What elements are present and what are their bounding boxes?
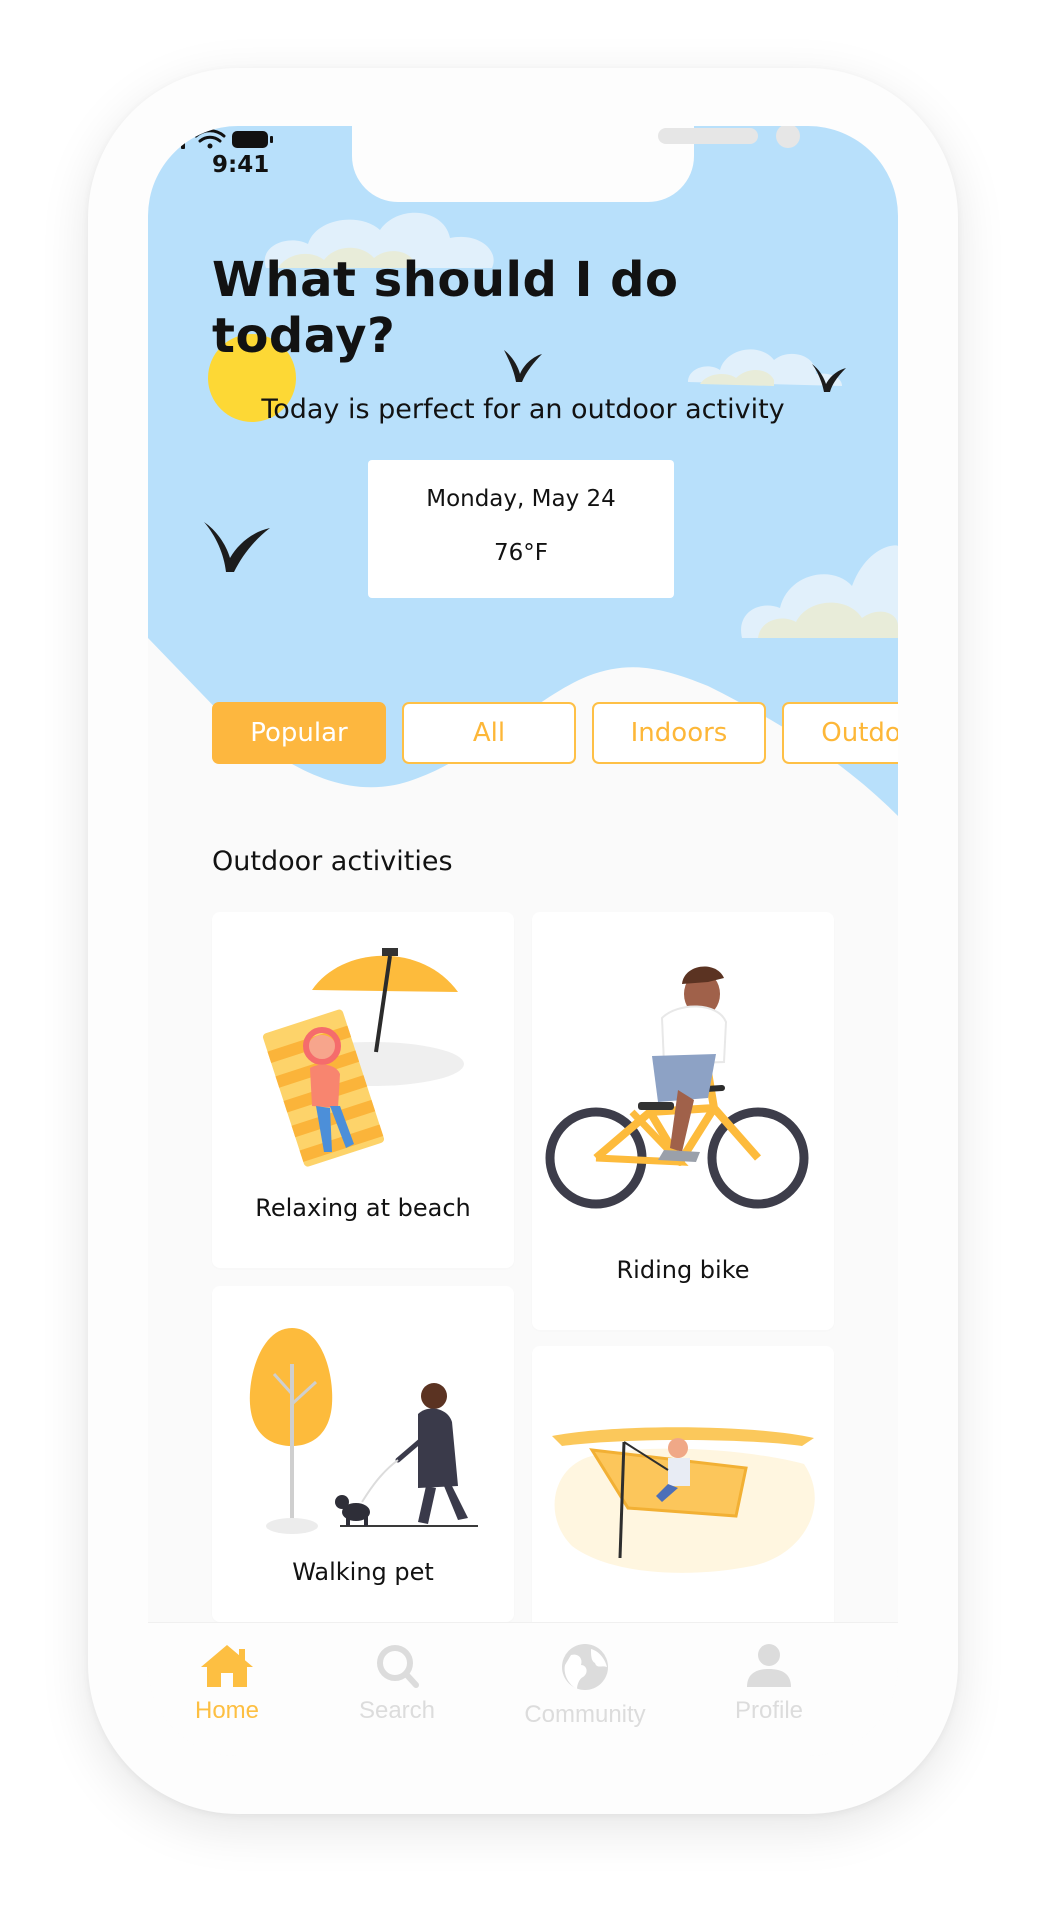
status-time: 9:41 (212, 152, 270, 178)
filter-all[interactable]: All (402, 702, 576, 764)
section-title: Outdoor activities (212, 846, 453, 877)
nav-profile[interactable]: Profile (694, 1643, 844, 1743)
search-icon (377, 1645, 419, 1688)
speaker-grille (658, 128, 758, 144)
nav-label: Home (194, 1697, 260, 1724)
nav-label: Search (358, 1697, 436, 1724)
bottom-navigation: Home Search Community Profile (148, 1622, 898, 1756)
activity-label: Relaxing at beach (255, 1194, 471, 1222)
nav-label: Profile (734, 1697, 804, 1724)
page-title: What should I do today? (212, 252, 679, 364)
nav-home[interactable]: Home (152, 1643, 302, 1743)
fishing-boat-illustration (552, 1427, 815, 1573)
activity-label: Walking pet (292, 1558, 434, 1586)
nav-community[interactable]: Community (510, 1643, 660, 1743)
globe-icon (562, 1644, 608, 1690)
activity-label: Riding bike (616, 1256, 750, 1284)
status-icons (160, 129, 273, 149)
profile-icon (747, 1644, 791, 1687)
wifi-icon (194, 129, 226, 149)
weather-card: Monday, May 24 76°F (368, 460, 674, 598)
home-icon (201, 1645, 253, 1687)
activity-card-fishing[interactable] (532, 1346, 834, 1646)
activity-card-bike[interactable]: Riding bike (532, 912, 834, 1330)
filter-popular[interactable]: Popular (212, 702, 386, 764)
device-notch (352, 126, 800, 202)
filter-tabs: Popular All Indoors Outdoo (212, 702, 898, 766)
page-subtitle: Today is perfect for an outdoor activity (261, 394, 785, 425)
filter-outdoors[interactable]: Outdoo (782, 702, 898, 764)
weather-date: Monday, May 24 (426, 486, 616, 512)
nav-search[interactable]: Search (322, 1643, 472, 1743)
battery-icon (232, 131, 273, 148)
filter-indoors[interactable]: Indoors (592, 702, 766, 764)
nav-label: Community (524, 1701, 646, 1728)
signal-icon (160, 130, 185, 149)
app-screen: 9:41 What should I do today? Today is pe… (148, 126, 898, 1756)
weather-temperature: 76°F (494, 540, 548, 566)
activity-card-beach[interactable]: Relaxing at beach (212, 912, 514, 1268)
activity-card-walking-pet[interactable]: Walking pet (212, 1286, 514, 1622)
